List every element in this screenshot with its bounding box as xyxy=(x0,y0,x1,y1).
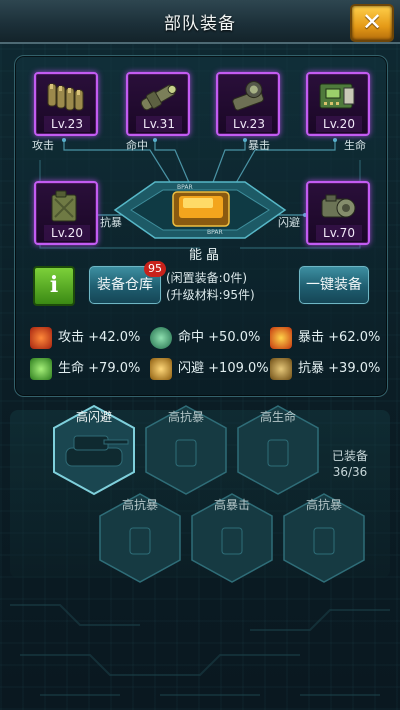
slot-level: Lv.23 xyxy=(44,116,90,132)
hex-slot-high-crit[interactable]: 高暴击 xyxy=(188,490,276,586)
stat-name: 暴击 xyxy=(298,330,325,345)
stat-value: +62.0% xyxy=(328,330,381,345)
jerrycan-icon xyxy=(51,190,77,222)
slot-level: Lv.20 xyxy=(44,225,90,241)
hex-label: 高抗暴 xyxy=(305,498,342,512)
one-click-equip-button[interactable]: 一键装备 xyxy=(299,266,369,304)
slot-level: Lv.23 xyxy=(226,116,272,132)
slot-resist[interactable]: Lv.20 xyxy=(34,181,98,245)
warehouse-label: 装备仓库 xyxy=(97,277,153,293)
equipped-counter: 已装备 36/36 xyxy=(330,448,370,480)
hex-label: 高抗暴 xyxy=(167,410,204,424)
engine-icon xyxy=(321,194,356,218)
slot-life[interactable]: Lv.20 xyxy=(306,72,370,136)
resist-icon xyxy=(270,358,292,380)
stat-name: 生命 xyxy=(58,361,85,376)
gun-sight-icon xyxy=(232,81,264,111)
hex-slot-high-resist-3[interactable]: 高抗暴 xyxy=(280,490,368,586)
equipped-label: 已装备 xyxy=(331,449,368,463)
slot-level: Lv.20 xyxy=(316,116,362,132)
stat-name: 闪避 xyxy=(178,361,205,376)
hex-label: 高闪避 xyxy=(75,410,112,424)
tank-icon xyxy=(65,435,129,467)
hex-label: 高抗暴 xyxy=(121,498,158,512)
stat-value: +39.0% xyxy=(328,361,381,376)
crystal-label: 能晶 xyxy=(188,248,223,263)
scope-icon xyxy=(140,84,177,111)
ammo-belt-icon xyxy=(47,83,84,111)
hit-icon xyxy=(150,327,172,349)
stat-value: +42.0% xyxy=(88,330,141,345)
slot-hit[interactable]: Lv.31 xyxy=(126,72,190,136)
stat-value: +79.0% xyxy=(88,361,141,376)
slot-label-attack: 攻击 xyxy=(32,139,54,152)
plate-text-bottom: BPAR xyxy=(207,229,223,236)
upgrade-material-text: (升级材料:95件) xyxy=(166,288,255,302)
slot-label-life: 生命 xyxy=(344,139,366,152)
info-button[interactable]: i xyxy=(33,266,75,306)
slot-label-hit: 命中 xyxy=(126,139,148,152)
stat-value: +50.0% xyxy=(208,330,261,345)
slot-level: Lv.31 xyxy=(136,116,182,132)
dodge-icon xyxy=(150,358,172,380)
stat-name: 抗暴 xyxy=(298,361,325,376)
info-icon: i xyxy=(49,272,59,298)
crit-icon xyxy=(270,327,292,349)
stat-value: +109.0% xyxy=(208,361,269,376)
crystal-platform[interactable]: BPAR BPAR xyxy=(95,170,305,250)
one-click-equip-label: 一键装备 xyxy=(306,277,362,293)
attack-icon xyxy=(30,327,52,349)
idle-equipment-text: (闲置装备:0件) xyxy=(166,271,248,285)
circuit-board-icon xyxy=(319,83,355,109)
slot-attack[interactable]: Lv.23 xyxy=(34,72,98,136)
stat-name: 命中 xyxy=(178,330,205,345)
hex-label: 高生命 xyxy=(259,410,296,424)
heart-icon xyxy=(30,358,52,380)
plate-text-top: BPAR xyxy=(177,184,193,191)
slot-level: Lv.70 xyxy=(316,225,362,241)
hex-label: 高暴击 xyxy=(213,498,250,512)
stat-name: 攻击 xyxy=(58,330,85,345)
equipped-count: 36/36 xyxy=(332,465,368,479)
warehouse-info: (闲置装备:0件) (升级材料:95件) xyxy=(166,270,255,304)
circuit-decoration xyxy=(10,604,390,696)
hex-slot-high-dodge[interactable]: 高闪避 xyxy=(50,402,138,498)
hex-slot-high-resist[interactable]: 高抗暴 xyxy=(142,402,230,498)
hex-slot-high-life[interactable]: 高生命 xyxy=(234,402,322,498)
slot-dodge[interactable]: Lv.70 xyxy=(306,181,370,245)
warehouse-badge: 95 xyxy=(144,261,166,277)
slot-crit[interactable]: Lv.23 xyxy=(216,72,280,136)
hex-slot-high-resist-2[interactable]: 高抗暴 xyxy=(96,490,184,586)
slot-label-crit: 暴击 xyxy=(248,139,270,152)
